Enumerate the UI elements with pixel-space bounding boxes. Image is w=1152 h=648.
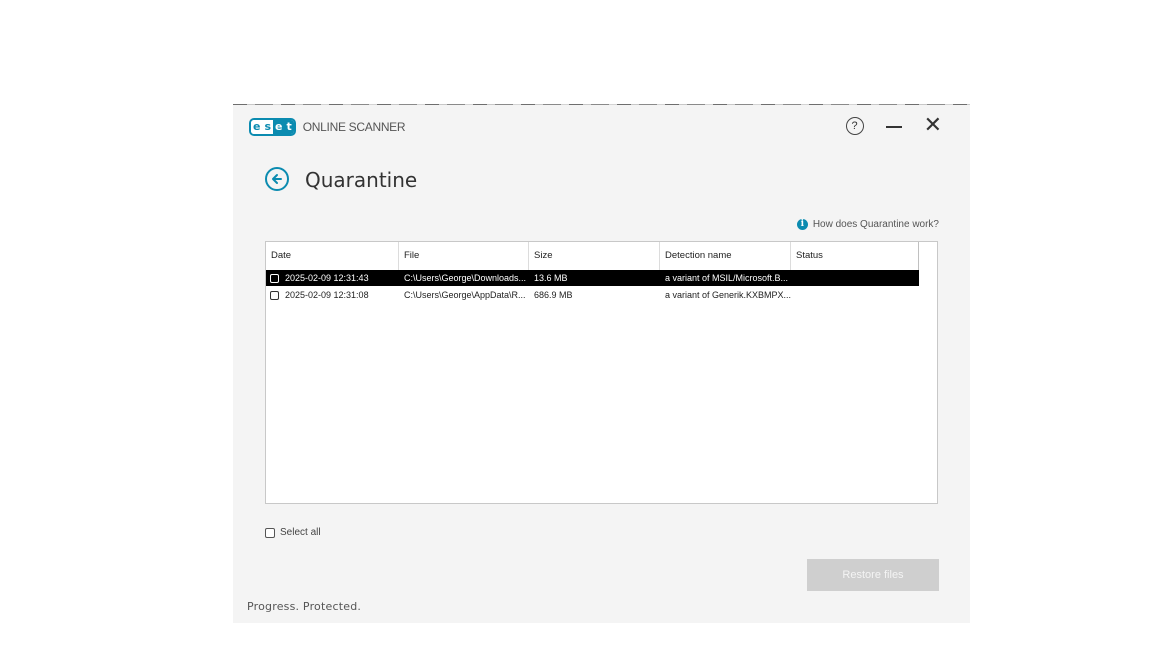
column-header-detection-name[interactable]: Detection name xyxy=(660,242,791,270)
row-detection: a variant of Generik.KXBMPX... xyxy=(665,290,791,300)
close-button[interactable]: ✕ xyxy=(924,115,942,137)
logo-letter-e: e xyxy=(251,120,263,134)
column-header-status[interactable]: Status xyxy=(791,242,919,270)
row-detection: a variant of MSIL/Microsoft.B... xyxy=(665,273,789,283)
row-checkbox[interactable] xyxy=(270,273,279,283)
back-arrow-icon[interactable] xyxy=(265,167,289,191)
table-row[interactable]: 2025-02-09 12:31:08 C:\Users\George\AppD… xyxy=(266,287,919,303)
eset-logo-icon: e s e t xyxy=(249,118,296,136)
eset-online-scanner-window: e s e t ONLINE SCANNER ? ✕ Quarantine i … xyxy=(233,104,970,623)
logo-letter-e2: e xyxy=(273,120,285,134)
row-date-cell: 2025-02-09 12:31:08 xyxy=(266,290,399,300)
select-all-control[interactable]: Select all xyxy=(265,527,321,538)
column-header-file[interactable]: File xyxy=(399,242,529,270)
row-file: C:\Users\George\Downloads... xyxy=(404,273,527,283)
table-header: Date File Size Detection name Status xyxy=(266,242,919,270)
page-title: Quarantine xyxy=(305,168,418,192)
logo-letter-s: s xyxy=(262,120,274,134)
select-all-label: Select all xyxy=(280,527,321,538)
help-link-label: How does Quarantine work? xyxy=(812,219,939,230)
info-icon: i xyxy=(796,219,808,230)
minimize-button[interactable] xyxy=(885,126,902,128)
window-top-border xyxy=(233,104,970,105)
row-checkbox[interactable] xyxy=(270,290,279,300)
select-all-checkbox[interactable] xyxy=(265,527,275,538)
tagline: Progress. Protected. xyxy=(247,600,362,613)
screen: e s e t ONLINE SCANNER ? ✕ Quarantine i … xyxy=(0,0,1152,648)
logo-letter-t: t xyxy=(284,120,294,134)
quarantine-table: Date File Size Detection name Status 202… xyxy=(265,241,938,504)
restore-files-button[interactable]: Restore files xyxy=(807,559,939,591)
row-date-cell: 2025-02-09 12:31:43 xyxy=(266,273,399,283)
row-date: 2025-02-09 12:31:43 xyxy=(285,273,369,283)
row-size: 13.6 MB xyxy=(534,273,568,283)
app-title: ONLINE SCANNER xyxy=(302,120,406,134)
window-controls: ? ✕ xyxy=(845,115,942,137)
help-button[interactable]: ? xyxy=(845,117,864,135)
row-date: 2025-02-09 12:31:08 xyxy=(285,290,369,300)
column-header-date[interactable]: Date xyxy=(266,242,399,270)
row-file: C:\Users\George\AppData\R... xyxy=(404,290,526,300)
column-header-size[interactable]: Size xyxy=(529,242,660,270)
table-row[interactable]: 2025-02-09 12:31:43 C:\Users\George\Down… xyxy=(266,270,919,286)
how-quarantine-works-link[interactable]: i How does Quarantine work? xyxy=(796,219,939,230)
app-logo: e s e t ONLINE SCANNER xyxy=(249,118,406,136)
row-size: 686.9 MB xyxy=(534,290,573,300)
